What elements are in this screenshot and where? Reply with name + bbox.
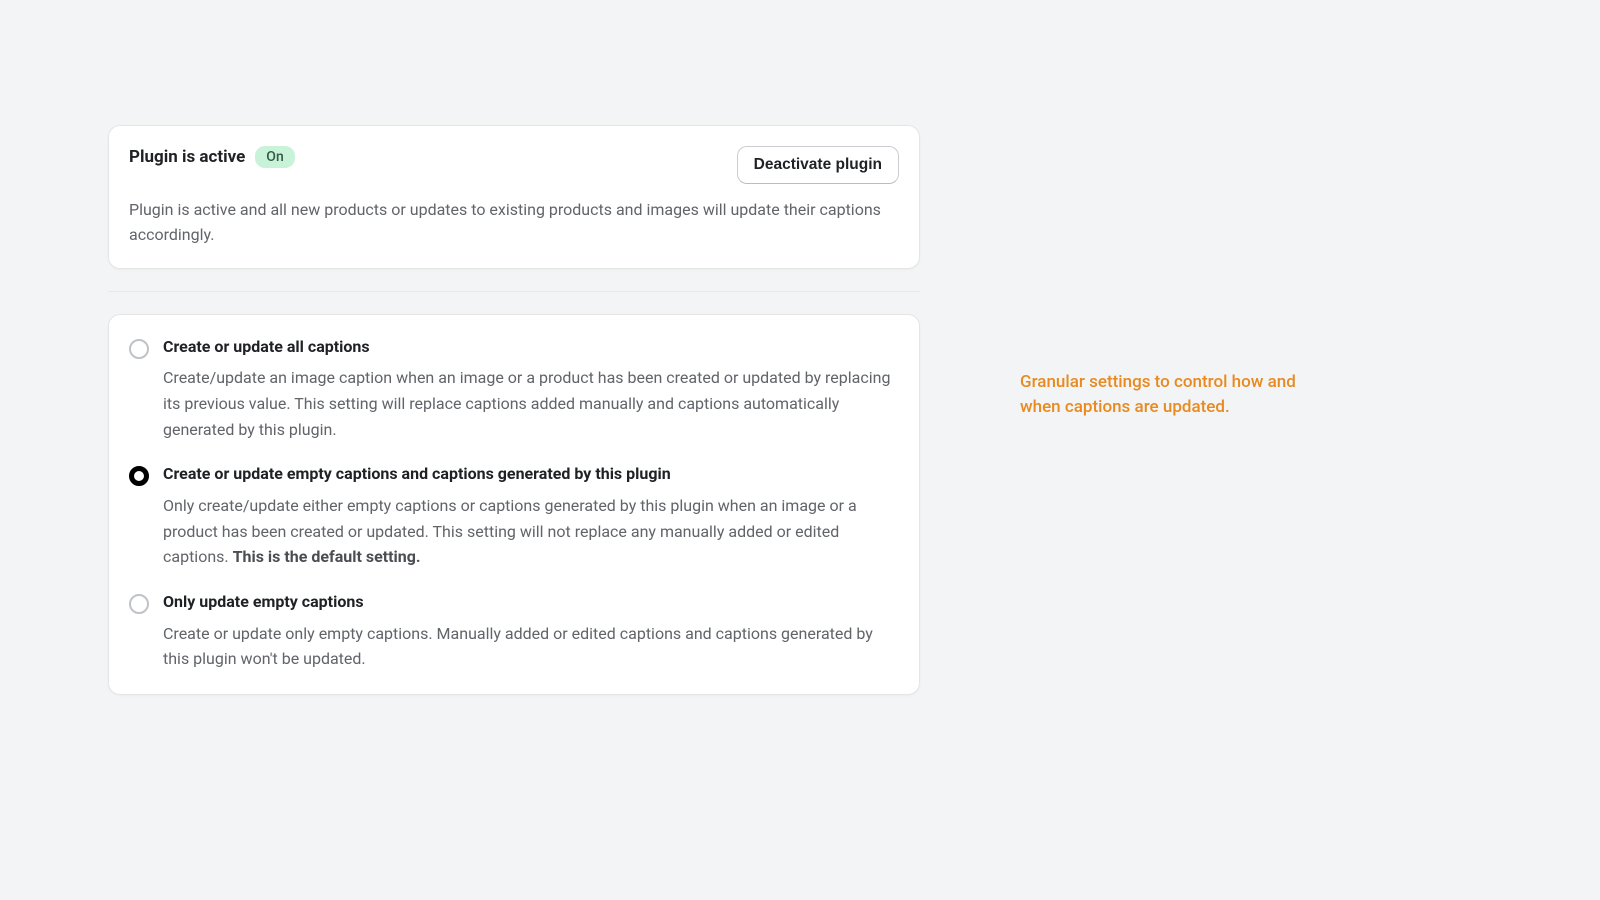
plugin-status-title: Plugin is active	[129, 147, 245, 167]
annotation-callout: Granular settings to control how and whe…	[1020, 370, 1320, 419]
radio-empty-and-generated[interactable]	[129, 466, 149, 486]
option-empty-and-generated[interactable]: Create or update empty captions and capt…	[129, 464, 899, 570]
plugin-status-description: Plugin is active and all new products or…	[129, 198, 899, 248]
caption-options-card: Create or update all captions Create/upd…	[108, 314, 920, 695]
option-title: Create or update all captions	[163, 337, 899, 358]
deactivate-plugin-button[interactable]: Deactivate plugin	[737, 146, 899, 184]
radio-only-empty[interactable]	[129, 594, 149, 614]
option-title: Create or update empty captions and capt…	[163, 464, 899, 485]
radio-all-captions[interactable]	[129, 339, 149, 359]
option-title: Only update empty captions	[163, 592, 899, 613]
option-description: Create/update an image caption when an i…	[163, 365, 899, 442]
section-divider	[108, 291, 920, 292]
status-badge: On	[255, 146, 294, 168]
option-description: Only create/update either empty captions…	[163, 493, 899, 570]
option-all-captions[interactable]: Create or update all captions Create/upd…	[129, 337, 899, 443]
option-description: Create or update only empty captions. Ma…	[163, 621, 899, 672]
option-only-empty[interactable]: Only update empty captions Create or upd…	[129, 592, 899, 672]
plugin-status-card: Plugin is active On Deactivate plugin Pl…	[108, 125, 920, 269]
